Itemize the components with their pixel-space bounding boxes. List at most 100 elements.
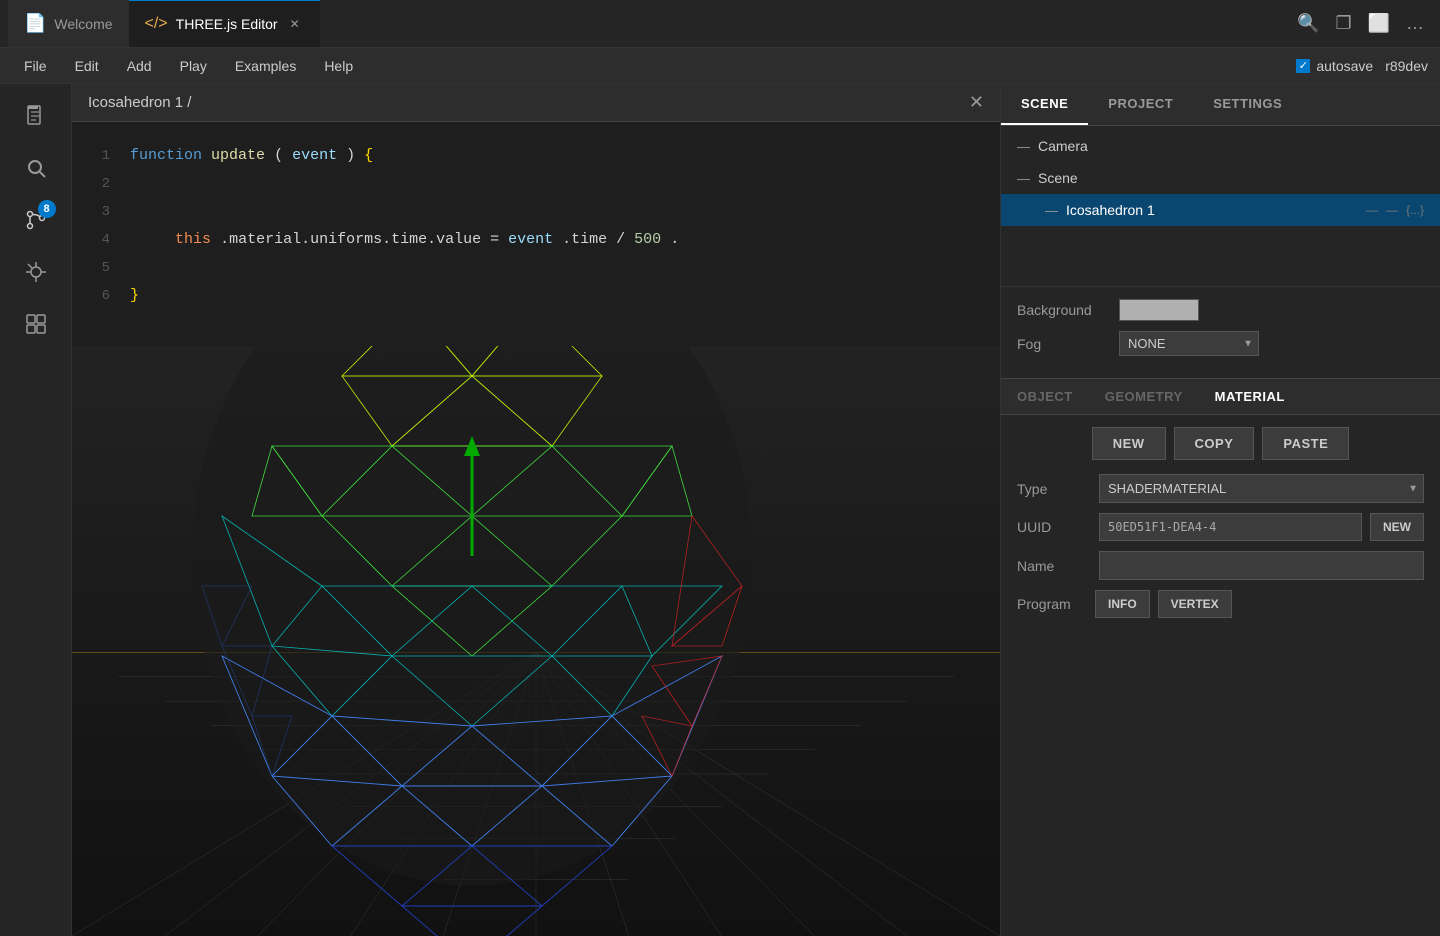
line-num-1: 1 <box>80 142 110 170</box>
line-num-2: 2 <box>80 170 110 198</box>
tree-item-scene[interactable]: — Scene <box>1001 162 1440 194</box>
tab-material[interactable]: MATERIAL <box>1199 379 1301 414</box>
background-color-swatch[interactable] <box>1119 299 1199 321</box>
layout-icon[interactable]: ⬜ <box>1368 13 1390 34</box>
code-content-3 <box>130 198 139 226</box>
tab-project[interactable]: PROJECT <box>1088 84 1193 125</box>
fog-select[interactable]: NONE FOG FOGEXP2 <box>1119 331 1259 356</box>
split-icon[interactable]: ❐ <box>1335 13 1351 34</box>
copy-material-button[interactable]: COPY <box>1174 427 1255 460</box>
program-vertex-button[interactable]: VERTEX <box>1158 590 1232 618</box>
menu-bar: File Edit Add Play Examples Help ✓ autos… <box>0 48 1440 84</box>
tree-item-camera[interactable]: — Camera <box>1001 130 1440 162</box>
right-panel: SCENE PROJECT SETTINGS — Camera — Scene … <box>1000 84 1440 936</box>
content-area: Icosahedron 1 / ✕ 1 function update ( ev… <box>72 84 1000 936</box>
tab-bar-right: 🔍 ❐ ⬜ … <box>1297 13 1440 34</box>
tree-expand-icon-scene: — <box>1017 171 1030 186</box>
fog-value: NONE FOG FOGEXP2 ▼ <box>1119 331 1259 356</box>
tab-close-button[interactable]: ✕ <box>286 15 304 33</box>
tree-label-icosahedron: Icosahedron 1 <box>1066 202 1358 218</box>
tab-object[interactable]: OBJECT <box>1001 379 1089 414</box>
background-label: Background <box>1017 302 1107 318</box>
user-badge: r89dev <box>1385 58 1428 74</box>
tree-expand-icon-ico: — <box>1045 203 1058 218</box>
type-label: Type <box>1017 481 1087 497</box>
uuid-new-button[interactable]: NEW <box>1370 513 1424 541</box>
code-content-4: this .material.uniforms.time.value = eve… <box>130 226 679 254</box>
tab-welcome-label: Welcome <box>54 16 112 32</box>
sidebar-icon-files[interactable] <box>12 92 60 140</box>
vscode-icon: 📄 <box>24 13 46 34</box>
menu-add[interactable]: Add <box>115 54 164 78</box>
more-icon[interactable]: … <box>1406 13 1424 34</box>
scene-panel-tabs: SCENE PROJECT SETTINGS <box>1001 84 1440 126</box>
material-action-buttons: NEW COPY PASTE <box>1017 427 1424 460</box>
autosave-toggle[interactable]: ✓ autosave <box>1296 58 1373 74</box>
editor-close-button[interactable]: ✕ <box>969 92 984 113</box>
sidebar-icon-git[interactable]: 8 <box>12 196 60 244</box>
tree-label-scene: Scene <box>1038 170 1424 186</box>
tab-scene[interactable]: SCENE <box>1001 84 1088 125</box>
menu-examples[interactable]: Examples <box>223 54 308 78</box>
code-line-5: 5 <box>72 254 1000 282</box>
line-num-4: 4 <box>80 226 110 254</box>
line-num-3: 3 <box>80 198 110 226</box>
tab-settings[interactable]: SETTINGS <box>1193 84 1302 125</box>
action-icon-1[interactable]: — <box>1366 203 1378 217</box>
material-panel-tabs: OBJECT GEOMETRY MATERIAL <box>1001 378 1440 415</box>
code-line-2: 2 <box>72 170 1000 198</box>
fog-label: Fog <box>1017 336 1107 352</box>
paste-material-button[interactable]: PASTE <box>1262 427 1349 460</box>
code-content-6: } <box>130 282 139 310</box>
uuid-row: UUID 50ED51F1-DEA4-4 NEW <box>1017 513 1424 541</box>
tab-welcome[interactable]: 📄 Welcome <box>8 0 129 47</box>
autosave-label: autosave <box>1316 58 1373 74</box>
name-value <box>1099 551 1424 580</box>
sidebar-icon-extensions[interactable] <box>12 300 60 348</box>
type-row: Type SHADERMATERIAL MESHBASICMATERIAL ME… <box>1017 474 1424 503</box>
tree-item-actions: — — {...} <box>1366 203 1424 217</box>
program-info-button[interactable]: INFO <box>1095 590 1150 618</box>
fog-select-wrapper: NONE FOG FOGEXP2 ▼ <box>1119 331 1259 356</box>
uuid-label: UUID <box>1017 519 1087 535</box>
code-content-2 <box>130 170 139 198</box>
menu-file[interactable]: File <box>12 54 59 78</box>
code-content-1: function update ( event ) { <box>130 142 373 170</box>
sidebar-icon-search[interactable] <box>12 144 60 192</box>
tab-geometry[interactable]: GEOMETRY <box>1089 379 1199 414</box>
menu-help[interactable]: Help <box>312 54 365 78</box>
type-select[interactable]: SHADERMATERIAL MESHBASICMATERIAL MESHSTA… <box>1099 474 1424 503</box>
line-num-5: 5 <box>80 254 110 282</box>
tree-expand-icon: — <box>1017 139 1030 154</box>
program-label: Program <box>1017 596 1087 612</box>
menu-play[interactable]: Play <box>168 54 219 78</box>
action-icon-2[interactable]: — <box>1386 203 1398 217</box>
uuid-value: 50ED51F1-DEA4-4 NEW <box>1099 513 1424 541</box>
code-content-5 <box>130 254 139 282</box>
menu-edit[interactable]: Edit <box>63 54 111 78</box>
uuid-display: 50ED51F1-DEA4-4 <box>1099 513 1362 541</box>
new-material-button[interactable]: NEW <box>1092 427 1166 460</box>
background-row: Background <box>1017 299 1424 321</box>
scene-tree: — Camera — Scene — Icosahedron 1 — — {..… <box>1001 126 1440 286</box>
code-editor[interactable]: 1 function update ( event ) { 2 3 <box>72 126 1000 346</box>
git-badge: 8 <box>38 200 56 218</box>
tab-threejs-label: THREE.js Editor <box>176 16 278 32</box>
menu-right: ✓ autosave r89dev <box>1296 58 1428 74</box>
code-line-3: 3 <box>72 198 1000 226</box>
name-label: Name <box>1017 558 1087 574</box>
autosave-checkbox[interactable]: ✓ <box>1296 59 1310 73</box>
code-line-4: 4 this .material.uniforms.time.value = e… <box>72 226 1000 254</box>
material-section: NEW COPY PASTE Type SHADERMATERIAL MESHB… <box>1001 415 1440 936</box>
search-icon[interactable]: 🔍 <box>1297 13 1319 34</box>
tab-bar: 📄 Welcome </> THREE.js Editor ✕ 🔍 ❐ ⬜ … <box>0 0 1440 48</box>
action-json[interactable]: {...} <box>1406 203 1424 217</box>
editor-breadcrumb: Icosahedron 1 / <box>88 94 191 111</box>
program-buttons: INFO VERTEX <box>1095 590 1232 618</box>
name-input[interactable] <box>1099 551 1424 580</box>
type-value: SHADERMATERIAL MESHBASICMATERIAL MESHSTA… <box>1099 474 1424 503</box>
tree-label-camera: Camera <box>1038 138 1424 154</box>
tab-threejs[interactable]: </> THREE.js Editor ✕ <box>129 0 320 47</box>
sidebar-icon-debug[interactable] <box>12 248 60 296</box>
tree-item-icosahedron[interactable]: — Icosahedron 1 — — {...} <box>1001 194 1440 226</box>
